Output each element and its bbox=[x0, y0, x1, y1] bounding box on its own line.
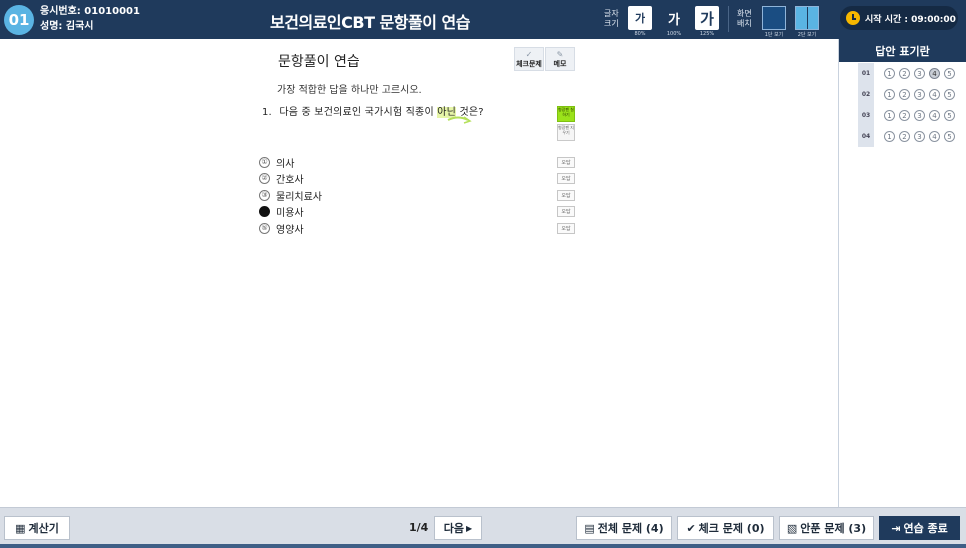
answer-row-04[interactable]: 04 1 2 3 4 5 bbox=[858, 126, 955, 147]
option-3-marker[interactable]: ③ bbox=[259, 189, 270, 201]
check-icon: ✓ bbox=[525, 50, 533, 59]
section-title: 문항풀이 연습 bbox=[278, 54, 360, 70]
end-practice-button[interactable]: ⇥ 연습 종료 bbox=[879, 516, 960, 540]
option-2-eliminate-button[interactable]: 오답 bbox=[557, 173, 575, 184]
answer-sheet-panel: 답안 표기란 01 1 2 3 4 5 02 1 2 3 4 5 03 1 2 … bbox=[838, 39, 966, 507]
option-2-marker[interactable]: ② bbox=[259, 172, 270, 184]
font-size-large-percent: 125% bbox=[699, 31, 715, 37]
answer-row-01[interactable]: 01 1 2 3 4 5 bbox=[858, 63, 955, 84]
caret-right-icon: ▶ bbox=[466, 523, 473, 533]
calculator-icon: ▦ bbox=[15, 521, 26, 535]
answer-sheet-title: 답안 표기란 bbox=[839, 39, 966, 62]
layout-one-column-button[interactable] bbox=[762, 6, 786, 30]
answer-row-01-selected[interactable]: 4 bbox=[929, 68, 940, 79]
option-4-marker-selected[interactable]: ④ bbox=[259, 205, 270, 217]
font-size-medium-button[interactable]: 가 bbox=[661, 6, 687, 30]
memo-button[interactable]: ✎ 메모 bbox=[545, 47, 575, 71]
highlighter-cursor-icon bbox=[447, 116, 472, 124]
option-5-marker[interactable]: ⑤ bbox=[259, 222, 270, 234]
unanswered-questions-button[interactable]: ▧ 안푼 문제 (3) bbox=[779, 516, 874, 540]
page-indicator: 1/4 bbox=[409, 521, 429, 534]
bottom-toolbar: ▦ 계산기 1/4 다음 ▶ ▤ 전체 문제 (4) ✔ 체크 문제 (0) ▧… bbox=[0, 507, 966, 548]
font-size-large-button[interactable]: 가 bbox=[695, 6, 719, 30]
option-3-label: 물리치료사 bbox=[276, 191, 322, 203]
font-size-medium-percent: 100% bbox=[666, 31, 682, 37]
answer-row-02[interactable]: 02 1 2 3 4 5 bbox=[858, 84, 955, 105]
option-4-eliminate-button[interactable]: 오답 bbox=[557, 206, 575, 217]
question-instruction: 가장 적합한 답을 하나만 고르시오. bbox=[277, 85, 422, 96]
option-5-eliminate-button[interactable]: 오답 bbox=[557, 223, 575, 234]
bottom-strip bbox=[0, 544, 966, 548]
check-question-button[interactable]: ✓ 체크문제 bbox=[514, 47, 544, 71]
clock-icon bbox=[846, 11, 860, 25]
option-3[interactable]: ③ 물리치료사 bbox=[259, 188, 322, 203]
next-button[interactable]: 다음 ▶ bbox=[434, 516, 482, 540]
start-time-text: 시작 시간 : 09:00:00 bbox=[865, 14, 956, 25]
erase-highlight-button[interactable]: 형광펜 지우기 bbox=[557, 124, 575, 141]
document-x-icon: ▧ bbox=[786, 521, 798, 535]
start-time-display: 시작 시간 : 09:00:00 bbox=[840, 6, 958, 30]
option-5-label: 영양사 bbox=[276, 224, 304, 236]
option-1[interactable]: ① 의사 bbox=[259, 155, 295, 170]
layout-label: 화면 배치 bbox=[737, 9, 752, 28]
highlight-pen-button[interactable]: 형광펜 칠하기 bbox=[557, 106, 575, 122]
top-header: 01 응시번호: 01010001 성명: 김국시 보건의료인CBT 문항풀이 … bbox=[0, 0, 966, 39]
option-3-eliminate-button[interactable]: 오답 bbox=[557, 190, 575, 201]
layout-two-column-label: 2단 보기 bbox=[797, 32, 817, 38]
option-1-marker[interactable]: ① bbox=[259, 156, 270, 168]
question-number: 1. bbox=[262, 107, 272, 118]
font-size-label: 글자 크기 bbox=[604, 9, 619, 28]
font-size-small-percent: 80% bbox=[634, 31, 646, 37]
calculator-button[interactable]: ▦ 계산기 bbox=[4, 516, 70, 540]
answer-row-03[interactable]: 03 1 2 3 4 5 bbox=[858, 105, 955, 126]
option-5[interactable]: ⑤ 영양사 bbox=[259, 221, 304, 236]
check-icon: ✔ bbox=[686, 521, 696, 535]
pencil-icon: ✎ bbox=[556, 50, 564, 59]
document-icon: ▤ bbox=[584, 521, 595, 535]
option-2-label: 간호사 bbox=[276, 174, 304, 186]
layout-two-column-button[interactable] bbox=[795, 6, 819, 30]
header-divider bbox=[728, 6, 729, 32]
option-1-label: 의사 bbox=[276, 158, 295, 170]
option-1-eliminate-button[interactable]: 오답 bbox=[557, 157, 575, 168]
exit-icon: ⇥ bbox=[891, 521, 901, 535]
layout-one-column-label: 1단 보기 bbox=[764, 32, 784, 38]
option-4-label: 미용사 bbox=[276, 207, 304, 219]
option-4[interactable]: ④ 미용사 bbox=[259, 204, 304, 219]
option-2[interactable]: ② 간호사 bbox=[259, 171, 304, 186]
font-size-small-button[interactable]: 가 bbox=[628, 6, 652, 30]
checked-questions-button[interactable]: ✔ 체크 문제 (0) bbox=[677, 516, 774, 540]
all-questions-button[interactable]: ▤ 전체 문제 (4) bbox=[576, 516, 672, 540]
